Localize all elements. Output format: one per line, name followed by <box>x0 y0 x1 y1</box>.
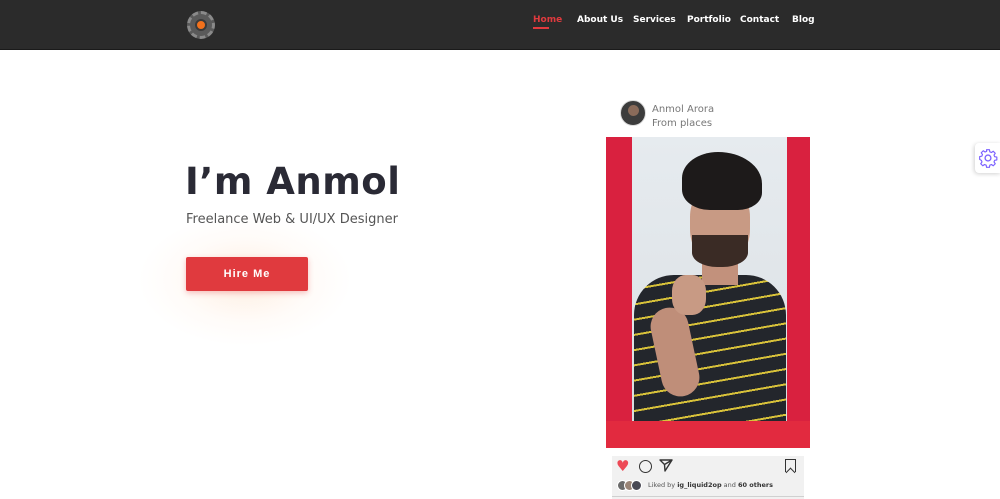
instagram-actions-bar: ♥ Liked by ig_liquid2op and 60 others <box>612 456 804 499</box>
nav-about-us[interactable]: About Us <box>577 15 623 25</box>
active-nav-indicator <box>533 27 549 29</box>
instagram-avatar[interactable] <box>620 100 646 126</box>
liked-user[interactable]: ig_liquid2op <box>677 481 721 489</box>
divider <box>612 496 804 497</box>
portrait-hair <box>682 152 762 210</box>
gear-icon <box>979 149 998 168</box>
nav-services[interactable]: Services <box>633 15 676 25</box>
hire-me-button[interactable]: Hire Me <box>186 257 308 291</box>
top-nav-bar: Home About Us Services Portfolio Contact… <box>0 0 1000 50</box>
liker-avatar <box>631 480 642 491</box>
liked-by-text: Liked by ig_liquid2op and 60 others <box>648 481 773 489</box>
liker-avatars <box>617 480 647 492</box>
site-logo-icon[interactable] <box>187 11 215 39</box>
nav-contact[interactable]: Contact <box>740 15 779 25</box>
heart-icon[interactable]: ♥ <box>616 459 629 474</box>
logo-center <box>195 19 207 31</box>
portrait-pants <box>606 421 810 448</box>
settings-toggle[interactable] <box>975 143 1000 173</box>
comment-icon[interactable] <box>639 460 652 473</box>
portrait-beard <box>692 235 748 267</box>
instagram-username[interactable]: Anmol Arora <box>652 104 714 115</box>
hero-title: I’m Anmol <box>185 160 401 203</box>
liked-others[interactable]: 60 others <box>738 481 773 489</box>
share-icon[interactable] <box>659 458 673 476</box>
instagram-location: From places <box>652 118 713 129</box>
portrait-hand <box>672 275 706 315</box>
hero-subtitle: Freelance Web & UI/UX Designer <box>186 212 398 227</box>
portrait-image <box>632 137 787 448</box>
nav-home[interactable]: Home <box>533 15 562 25</box>
instagram-photo[interactable] <box>606 137 810 448</box>
nav-portfolio[interactable]: Portfolio <box>687 15 731 25</box>
bookmark-icon[interactable] <box>785 459 796 472</box>
nav-blog[interactable]: Blog <box>792 15 815 25</box>
